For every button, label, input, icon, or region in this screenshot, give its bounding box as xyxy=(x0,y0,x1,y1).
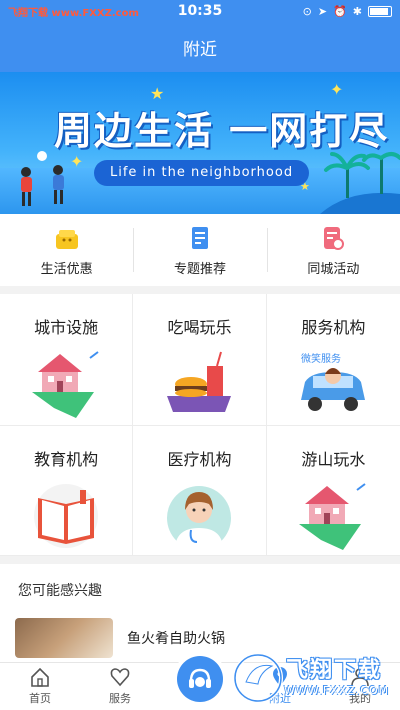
category-label: 城市设施 xyxy=(34,318,99,337)
category-city-facilities[interactable]: 城市设施 xyxy=(0,294,134,426)
activity-icon xyxy=(319,224,347,252)
quick-link-label: 同城活动 xyxy=(307,262,360,277)
book-icon xyxy=(34,484,99,548)
header: 飞翔下载 www.FXXZ.com 10:35 ⊙ ➤ ⏰ ✱ 附近 xyxy=(0,0,400,72)
interest-title: 您可能感兴趣 xyxy=(18,583,102,599)
quick-link-life-discount[interactable]: 生活优惠 xyxy=(0,214,133,286)
customer-service-button[interactable] xyxy=(173,652,227,706)
gift-icon xyxy=(53,224,81,252)
home-icon xyxy=(31,667,49,687)
heart-icon xyxy=(110,668,130,687)
category-label: 医疗机构 xyxy=(167,450,232,469)
palm-island-icon xyxy=(320,152,400,214)
quick-link-topic[interactable]: 专题推荐 xyxy=(133,214,266,286)
banner[interactable]: ★ ✦ ✦ ★ 周边生活 一网打尽 Life in the neighborho… xyxy=(0,72,400,214)
status-time: 10:35 xyxy=(177,3,223,19)
car-service-icon: 微笑服务 xyxy=(301,352,366,411)
food-tray-icon xyxy=(167,351,232,412)
category-label: 教育机构 xyxy=(34,450,99,469)
quick-link-city-activity[interactable]: 同城活动 xyxy=(266,214,400,286)
volleyball-players-icon xyxy=(21,151,64,206)
interest-section: 您可能感兴趣 鱼火肴自助火锅 xyxy=(0,564,400,664)
quick-link-label: 生活优惠 xyxy=(40,262,93,277)
quick-link-label: 专题推荐 xyxy=(173,262,226,277)
banner-title: 周边生活 一网打尽 xyxy=(54,109,390,153)
category-eat-drink[interactable]: 吃喝玩乐 xyxy=(133,294,267,426)
quick-links: 生活优惠 专题推荐 同城活动 xyxy=(0,214,400,286)
category-label: 吃喝玩乐 xyxy=(167,318,232,337)
tab-service[interactable]: 服务 xyxy=(80,663,160,710)
category-label: 游山玩水 xyxy=(301,450,366,469)
house-island-icon xyxy=(32,351,99,418)
list-item-title: 鱼火肴自助火锅 xyxy=(127,631,225,647)
tab-mine[interactable]: 我的 xyxy=(320,663,400,710)
battery-icon xyxy=(368,5,392,17)
category-grid: 城市设施 吃喝玩乐 服务机构 微笑服务 教育机构 医疗机构 游山玩水 xyxy=(0,294,400,556)
house-island-icon xyxy=(299,483,366,550)
star-icon: ✦ xyxy=(330,80,344,99)
category-service-org[interactable]: 服务机构 微笑服务 xyxy=(266,294,400,426)
banner-subtitle: Life in the neighborhood xyxy=(94,160,310,186)
tab-nearby[interactable]: 附近 xyxy=(240,663,320,710)
tab-home[interactable]: 首页 xyxy=(0,663,80,710)
category-education[interactable]: 教育机构 xyxy=(0,426,134,556)
hotpot-thumbnail xyxy=(15,618,113,658)
tab-label: 首页 xyxy=(29,692,51,705)
user-icon xyxy=(351,668,369,687)
tab-label: 我的 xyxy=(349,692,371,705)
document-icon xyxy=(186,224,214,252)
category-medical[interactable]: 医疗机构 xyxy=(133,426,267,556)
status-bar: 飞翔下载 www.FXXZ.com 10:35 ⊙ ➤ ⏰ ✱ xyxy=(0,0,400,22)
page-title: 附近 xyxy=(183,39,217,60)
category-label: 服务机构 xyxy=(301,318,366,337)
tab-label: 服务 xyxy=(109,692,131,705)
location-icon xyxy=(273,667,287,686)
car-service-caption: 微笑服务 xyxy=(301,352,341,365)
category-travel[interactable]: 游山玩水 xyxy=(266,426,400,556)
tab-label: 附近 xyxy=(269,692,291,705)
doctor-icon xyxy=(167,486,232,550)
headset-icon xyxy=(177,656,223,702)
